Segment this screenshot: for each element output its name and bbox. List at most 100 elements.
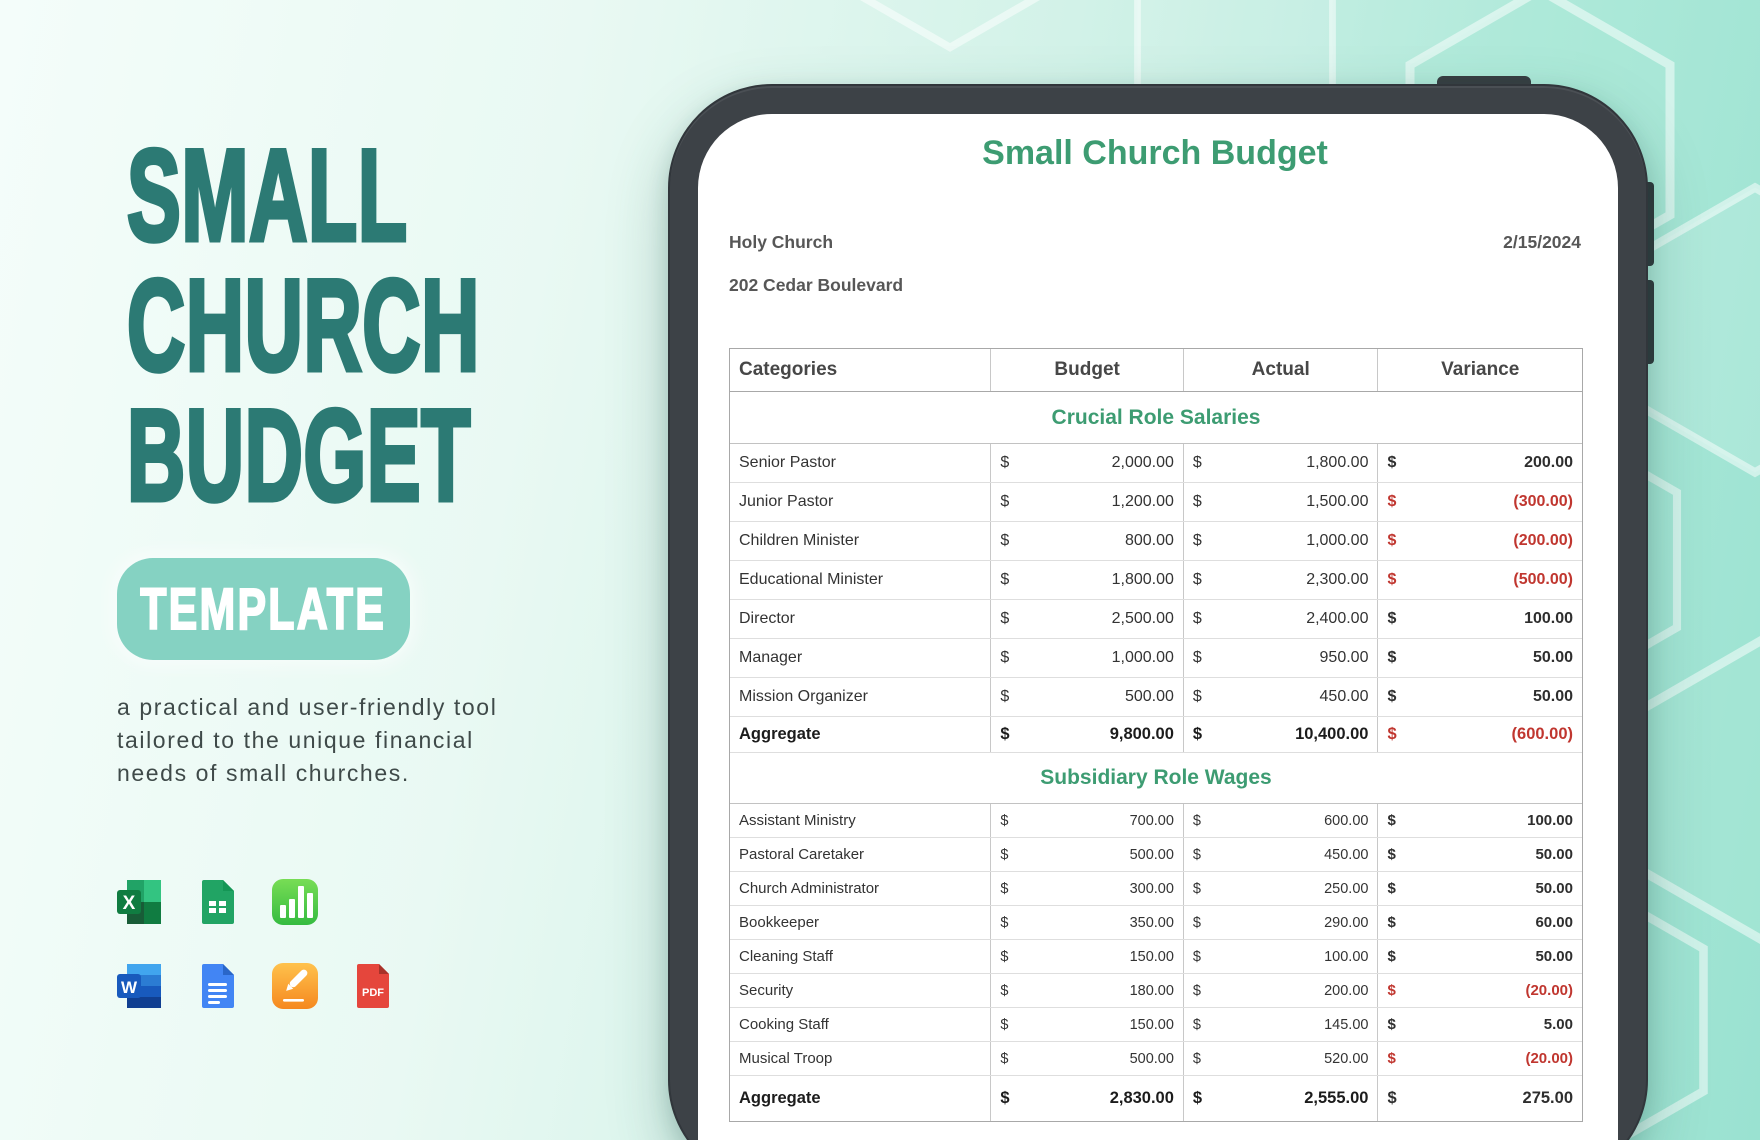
actual-cell: $290.00 [1184, 906, 1379, 939]
document-meta-row: Holy Church 2/15/2024 [729, 232, 1581, 253]
amount: 1,200.00 [1112, 493, 1174, 511]
excel-icon[interactable]: X [115, 878, 163, 926]
word-icon[interactable]: W [115, 962, 163, 1010]
apple-pages-icon[interactable] [271, 962, 319, 1010]
google-sheets-icon[interactable] [193, 878, 241, 926]
currency-symbol: $ [1387, 454, 1396, 472]
budget-table: CategoriesBudgetActualVarianceCrucial Ro… [729, 348, 1583, 1122]
variance-cell: $200.00 [1378, 444, 1582, 482]
variance-cell: $275.00 [1378, 1076, 1582, 1121]
category-cell: Cooking Staff [730, 1008, 991, 1041]
category-cell: Mission Organizer [730, 678, 991, 716]
currency-symbol: $ [1000, 649, 1009, 667]
table-row: Assistant Ministry$700.00$600.00$100.00 [730, 804, 1582, 838]
currency-symbol: $ [1193, 847, 1201, 863]
currency-symbol: $ [1000, 493, 1009, 511]
variance-cell: $50.00 [1378, 678, 1582, 716]
amount: (300.00) [1513, 493, 1573, 511]
category-cell: Junior Pastor [730, 483, 991, 521]
category-cell: Aggregate [730, 717, 991, 752]
variance-cell: $50.00 [1378, 940, 1582, 973]
amount: (20.00) [1525, 982, 1573, 999]
currency-symbol: $ [1193, 1089, 1202, 1108]
currency-symbol: $ [1387, 1089, 1396, 1108]
amount: 9,800.00 [1110, 725, 1174, 744]
currency-symbol: $ [1387, 880, 1395, 897]
amount: 50.00 [1535, 846, 1573, 863]
budget-cell: $180.00 [991, 974, 1184, 1007]
amount: 290.00 [1324, 915, 1368, 931]
format-icons-row-2: W [115, 962, 397, 1010]
table-row: Mission Organizer$500.00$450.00$50.00 [730, 678, 1582, 717]
budget-cell: $2,830.00 [991, 1076, 1184, 1121]
category-cell: Bookkeeper [730, 906, 991, 939]
budget-cell: $1,800.00 [991, 561, 1184, 599]
currency-symbol: $ [1387, 1050, 1395, 1067]
budget-cell: $150.00 [991, 940, 1184, 973]
currency-symbol: $ [1193, 493, 1202, 511]
page: SMALL CHURCH BUDGET TEMPLATE a practical… [0, 0, 1760, 1140]
amount: 520.00 [1324, 1051, 1368, 1067]
currency-symbol: $ [1387, 571, 1396, 589]
header-budget: Budget [991, 349, 1184, 391]
apple-numbers-icon[interactable] [271, 878, 319, 926]
variance-cell: $(20.00) [1378, 1042, 1582, 1075]
amount: 450.00 [1324, 847, 1368, 863]
doc-date: 2/15/2024 [1503, 232, 1581, 253]
amount: 200.00 [1524, 454, 1573, 472]
actual-cell: $10,400.00 [1184, 717, 1379, 752]
pdf-icon[interactable]: PDF [349, 962, 397, 1010]
currency-symbol: $ [1387, 1016, 1395, 1033]
amount: 100.00 [1324, 949, 1368, 965]
amount: 1,500.00 [1306, 493, 1368, 511]
currency-symbol: $ [1193, 610, 1202, 628]
page-title: SMALL CHURCH BUDGET [127, 130, 696, 520]
currency-symbol: $ [1000, 983, 1008, 999]
currency-symbol: $ [1193, 949, 1201, 965]
currency-symbol: $ [1000, 813, 1008, 829]
currency-symbol: $ [1387, 493, 1396, 511]
variance-cell: $100.00 [1378, 804, 1582, 837]
table-row: Educational Minister$1,800.00$2,300.00$(… [730, 561, 1582, 600]
amount: 1,000.00 [1306, 532, 1368, 550]
section-title: Crucial Role Salaries [730, 392, 1582, 444]
budget-cell: $500.00 [991, 1042, 1184, 1075]
title-line-3: BUDGET [127, 390, 480, 520]
amount: 350.00 [1130, 915, 1174, 931]
template-badge: TEMPLATE [117, 558, 410, 660]
currency-symbol: $ [1193, 813, 1201, 829]
variance-cell: $(20.00) [1378, 974, 1582, 1007]
budget-cell: $1,200.00 [991, 483, 1184, 521]
amount: 50.00 [1533, 649, 1573, 667]
currency-symbol: $ [1193, 649, 1202, 667]
table-row: Pastoral Caretaker$500.00$450.00$50.00 [730, 838, 1582, 872]
currency-symbol: $ [1387, 725, 1396, 744]
google-docs-icon[interactable] [193, 962, 241, 1010]
actual-cell: $600.00 [1184, 804, 1379, 837]
svg-text:PDF: PDF [362, 987, 384, 999]
currency-symbol: $ [1387, 532, 1396, 550]
category-cell: Assistant Ministry [730, 804, 991, 837]
currency-symbol: $ [1193, 983, 1201, 999]
currency-symbol: $ [1193, 915, 1201, 931]
aggregate-row: Aggregate$2,830.00$2,555.00$275.00 [730, 1076, 1582, 1121]
table-row: Children Minister$800.00$1,000.00$(200.0… [730, 522, 1582, 561]
currency-symbol: $ [1387, 846, 1395, 863]
currency-symbol: $ [1000, 610, 1009, 628]
category-cell: Church Administrator [730, 872, 991, 905]
variance-cell: $100.00 [1378, 600, 1582, 638]
amount: 100.00 [1524, 610, 1573, 628]
amount: 450.00 [1320, 688, 1369, 706]
table-row: Security$180.00$200.00$(20.00) [730, 974, 1582, 1008]
org-address: 202 Cedar Boulevard [729, 275, 903, 296]
budget-cell: $9,800.00 [991, 717, 1184, 752]
actual-cell: $250.00 [1184, 872, 1379, 905]
currency-symbol: $ [1387, 948, 1395, 965]
variance-cell: $(200.00) [1378, 522, 1582, 560]
actual-cell: $200.00 [1184, 974, 1379, 1007]
amount: 800.00 [1125, 532, 1174, 550]
currency-symbol: $ [1193, 688, 1202, 706]
currency-symbol: $ [1193, 881, 1201, 897]
tablet-screen: Small Church Budget Holy Church 2/15/202… [698, 114, 1618, 1140]
amount: 150.00 [1130, 949, 1174, 965]
